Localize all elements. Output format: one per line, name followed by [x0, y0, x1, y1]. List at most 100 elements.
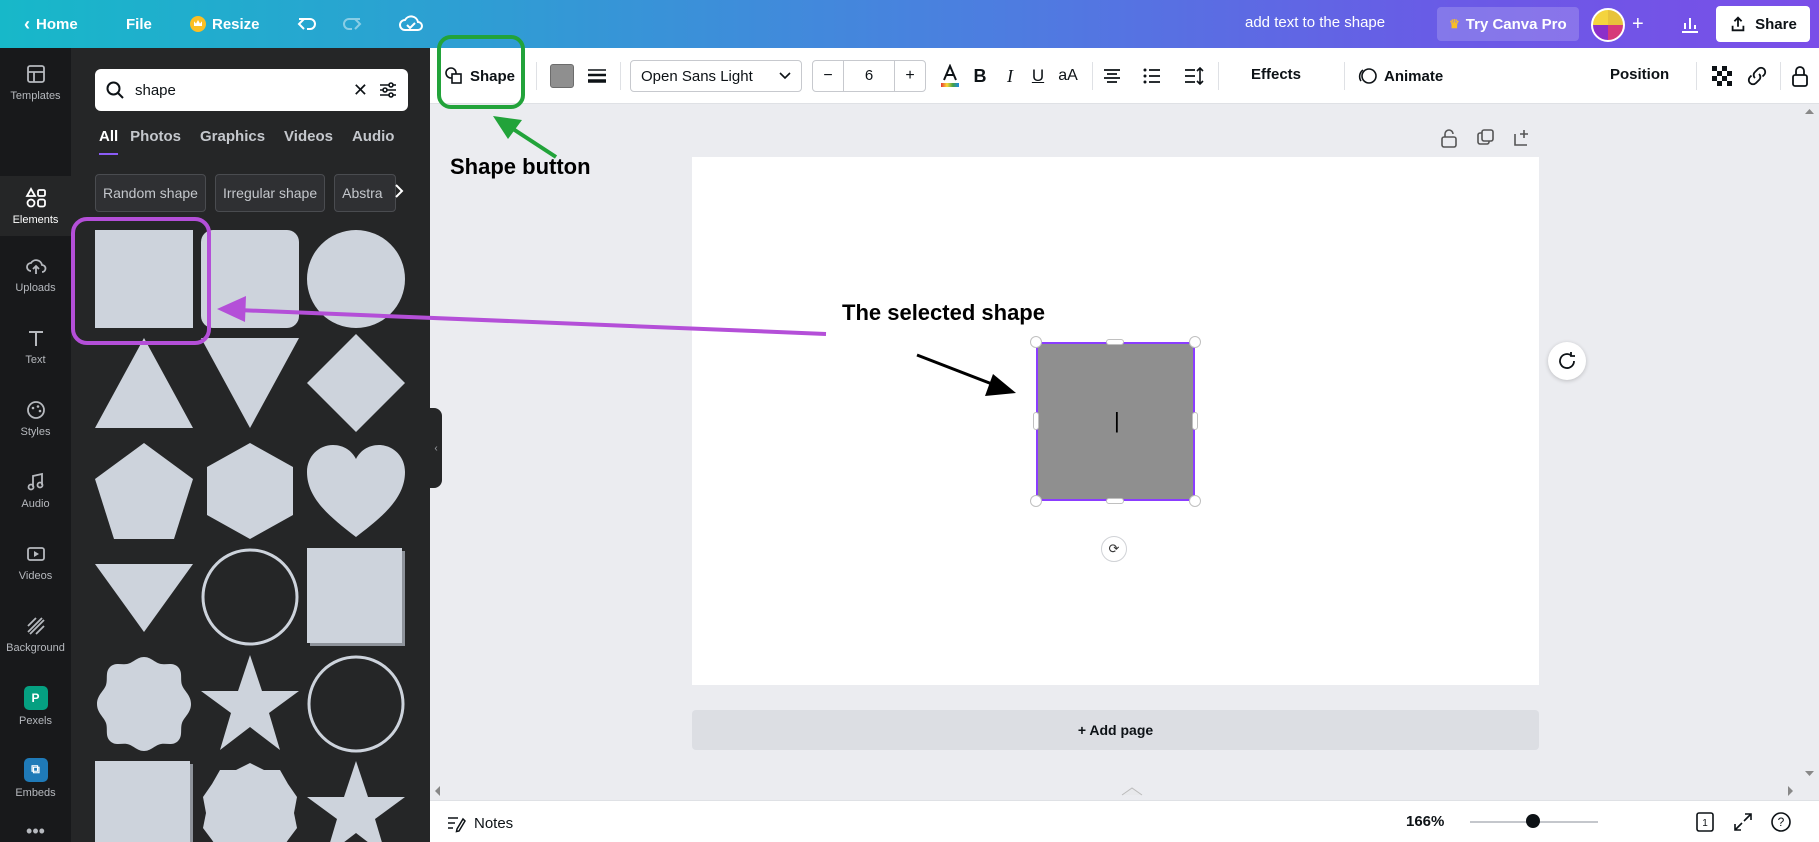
divider: [1696, 62, 1697, 90]
resize-handle[interactable]: [1189, 336, 1201, 348]
bulleted-list-icon[interactable]: [1140, 64, 1164, 88]
triangle-shape-icon[interactable]: [95, 338, 193, 428]
rail-item-styles[interactable]: Styles: [0, 388, 71, 448]
help-icon[interactable]: ?: [1770, 811, 1792, 833]
page-count-icon[interactable]: 1: [1694, 811, 1716, 833]
zoom-slider-thumb[interactable]: [1526, 814, 1540, 828]
redo-icon[interactable]: [340, 12, 364, 36]
vertical-scrollbar[interactable]: [1800, 104, 1819, 784]
heart-shape-icon[interactable]: [307, 445, 405, 537]
square-shadow-shape-icon[interactable]: [95, 761, 193, 842]
resize-button[interactable]: Resize: [180, 7, 270, 41]
rail-item-more[interactable]: •••: [0, 820, 71, 842]
undo-icon[interactable]: [295, 12, 319, 36]
rail-item-background[interactable]: Background: [0, 604, 71, 664]
fill-color-swatch[interactable]: [550, 64, 574, 88]
inverted-triangle-shape-icon[interactable]: [201, 338, 299, 428]
transparency-icon[interactable]: [1710, 64, 1734, 88]
chip-abstract[interactable]: Abstra: [334, 174, 397, 212]
pentagon-shape-icon[interactable]: [95, 443, 193, 539]
add-page-icon[interactable]: [1512, 128, 1530, 151]
file-menu[interactable]: File: [116, 7, 162, 41]
ring-shape-icon[interactable]: [307, 655, 405, 753]
align-center-icon[interactable]: [1100, 64, 1124, 88]
tab-videos[interactable]: Videos: [284, 128, 333, 155]
font-size-input[interactable]: 6: [843, 61, 895, 91]
tab-graphics[interactable]: Graphics: [200, 128, 265, 155]
down-triangle-shape-icon[interactable]: [95, 564, 193, 632]
tab-all[interactable]: All: [99, 128, 119, 155]
clear-search-icon[interactable]: ✕: [353, 80, 368, 101]
rail-item-text[interactable]: Text: [0, 316, 71, 376]
tab-audio[interactable]: Audio: [352, 128, 395, 155]
fullscreen-icon[interactable]: [1732, 811, 1754, 833]
magic-refresh-icon[interactable]: [1548, 342, 1586, 380]
notes-button[interactable]: Notes: [446, 813, 513, 833]
effects-button[interactable]: Effects: [1251, 66, 1301, 83]
scalloped-circle-shape-icon[interactable]: [95, 655, 193, 753]
lock-icon[interactable]: [1788, 64, 1812, 88]
rail-item-videos[interactable]: Videos: [0, 532, 71, 592]
chevron-right-icon[interactable]: [393, 183, 405, 202]
rotate-icon[interactable]: ⟳: [1101, 536, 1127, 562]
rail-item-embeds[interactable]: ⧉ Embeds: [0, 748, 71, 808]
chip-random-shape[interactable]: Random shape: [95, 174, 206, 212]
bold-icon[interactable]: B: [968, 64, 992, 88]
italic-icon[interactable]: I: [998, 64, 1022, 88]
rail-item-uploads[interactable]: Uploads: [0, 244, 71, 304]
resize-handle[interactable]: [1106, 498, 1124, 504]
horizontal-scrollbar[interactable]: [430, 782, 1800, 800]
square-shape-icon[interactable]: [95, 230, 193, 328]
link-icon[interactable]: [1745, 64, 1769, 88]
underline-icon[interactable]: U: [1026, 64, 1050, 88]
rail-item-pexels[interactable]: P Pexels: [0, 676, 71, 736]
try-canva-pro-button[interactable]: ♛ Try Canva Pro: [1437, 7, 1579, 41]
rail-item-templates[interactable]: Templates: [0, 52, 71, 112]
home-button[interactable]: ‹ Home: [14, 7, 88, 41]
circle-outline-shape-icon[interactable]: [201, 548, 299, 646]
avatar[interactable]: [1591, 8, 1625, 42]
decrease-font-size-button[interactable]: −: [813, 67, 843, 85]
position-button[interactable]: Position: [1610, 66, 1669, 83]
hexagon-shape-icon[interactable]: [207, 443, 293, 539]
resize-handle[interactable]: [1189, 495, 1201, 507]
insights-icon[interactable]: [1678, 12, 1702, 36]
resize-handle[interactable]: [1192, 412, 1198, 430]
search-input[interactable]: shape: [135, 82, 343, 99]
square-shadow-shape-icon[interactable]: [307, 548, 405, 646]
add-page-button[interactable]: + Add page: [692, 710, 1539, 750]
letter-case-icon[interactable]: aA: [1056, 64, 1080, 88]
font-family-select[interactable]: Open Sans Light: [630, 60, 802, 92]
shape-button[interactable]: Shape: [444, 66, 515, 86]
resize-handle[interactable]: [1033, 412, 1039, 430]
diamond-shape-icon[interactable]: [307, 334, 405, 432]
filter-icon[interactable]: [378, 80, 398, 100]
zoom-level[interactable]: 166%: [1406, 813, 1444, 830]
star-shape-icon[interactable]: [201, 655, 299, 753]
badge-shape-icon[interactable]: [201, 761, 299, 842]
resize-handle[interactable]: [1030, 495, 1042, 507]
rounded-square-shape-icon[interactable]: [201, 230, 299, 328]
tab-photos[interactable]: Photos: [130, 128, 181, 155]
resize-handle[interactable]: [1106, 339, 1124, 345]
animate-button[interactable]: Animate: [1358, 66, 1443, 86]
add-collaborator-icon[interactable]: +: [1632, 13, 1644, 36]
chip-irregular-shape[interactable]: Irregular shape: [214, 174, 326, 212]
line-spacing-icon[interactable]: [1182, 64, 1206, 88]
circle-shape-icon[interactable]: [307, 230, 405, 328]
document-title[interactable]: add text to the shape: [1245, 14, 1385, 31]
collapse-panel-handle[interactable]: ‹: [430, 408, 442, 488]
search-box[interactable]: shape ✕: [95, 69, 408, 111]
unlock-page-icon[interactable]: [1440, 128, 1458, 151]
cloud-save-icon[interactable]: [398, 12, 424, 36]
share-button[interactable]: Share: [1716, 6, 1810, 42]
border-style-icon[interactable]: [585, 64, 609, 88]
text-color-icon[interactable]: [938, 64, 962, 88]
rail-item-elements[interactable]: Elements: [0, 176, 71, 236]
selected-shape[interactable]: |: [1036, 342, 1195, 501]
star-shape-icon[interactable]: [307, 761, 405, 842]
resize-handle[interactable]: [1030, 336, 1042, 348]
rail-item-audio[interactable]: Audio: [0, 460, 71, 520]
increase-font-size-button[interactable]: +: [895, 67, 925, 85]
duplicate-page-icon[interactable]: [1476, 128, 1494, 151]
